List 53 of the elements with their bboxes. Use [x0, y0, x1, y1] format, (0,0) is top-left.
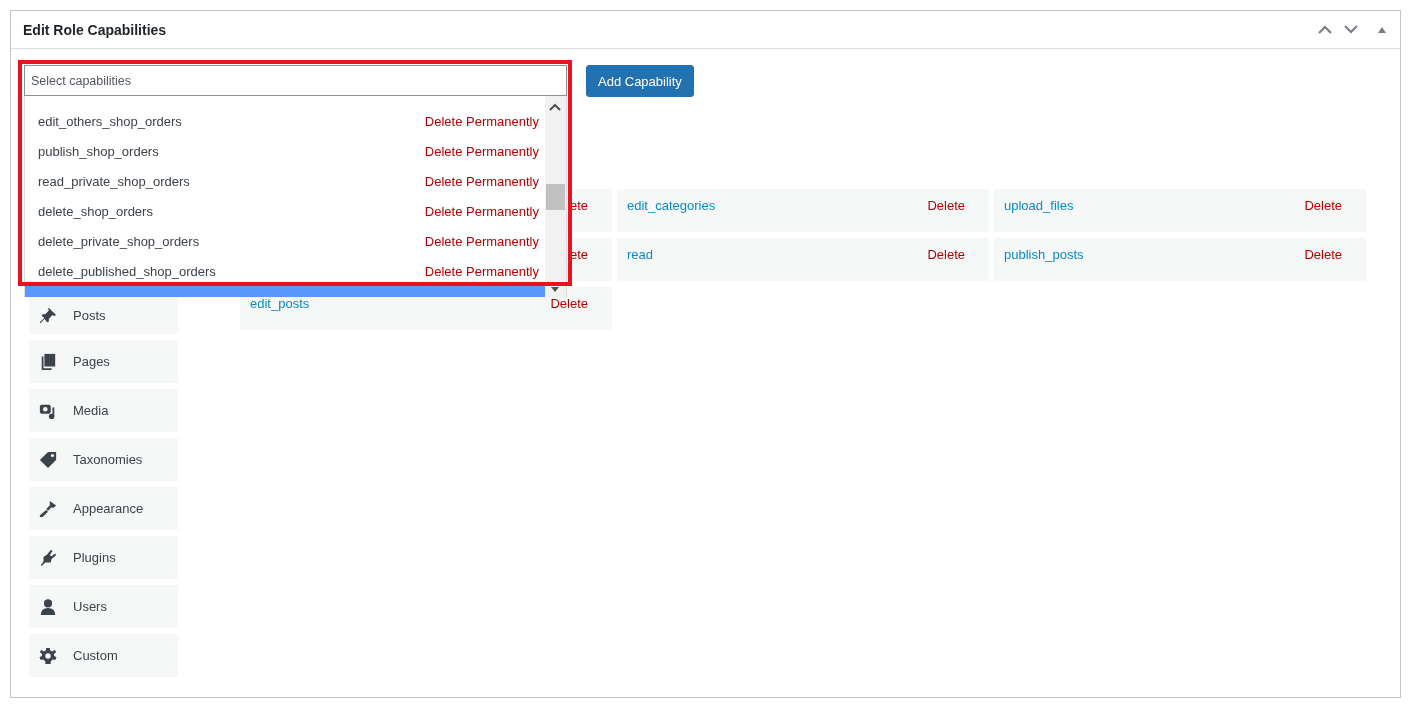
- delete-permanently-link[interactable]: Delete Permanently: [424, 233, 539, 249]
- collapse-icon[interactable]: [1378, 26, 1386, 33]
- option-label: read_private_shop_orders: [38, 173, 190, 189]
- delete-link[interactable]: Delete: [927, 247, 965, 262]
- delete-permanently-link[interactable]: Delete Permanently: [424, 113, 539, 129]
- delete-link[interactable]: Delete: [550, 296, 588, 311]
- plug-icon: [39, 548, 57, 567]
- option-item[interactable]: delete_published_shop_orders Delete Permanently: [25, 256, 545, 286]
- gear-icon: [39, 646, 57, 665]
- option-item[interactable]: delete_shop_orders Delete Permanently: [25, 196, 545, 226]
- delete-permanently-link[interactable]: Delete Permanently: [424, 263, 539, 279]
- sidebar-item[interactable]: Taxonomies: [29, 438, 178, 481]
- panel-title: Edit Role Capabilities: [23, 21, 167, 38]
- capability-link[interactable]: publish_posts: [1004, 247, 1084, 262]
- capability-link[interactable]: edit_categories: [627, 198, 716, 213]
- delete-link[interactable]: Delete: [1304, 198, 1342, 213]
- sidebar-item[interactable]: Media: [29, 389, 178, 432]
- capability-link[interactable]: read: [627, 247, 654, 262]
- capability-link[interactable]: edit_posts: [250, 296, 310, 311]
- sidebar-item[interactable]: Posts: [29, 297, 178, 334]
- option-item[interactable]: read_private_shop_orders Delete Permanently: [25, 166, 545, 196]
- add-capability-button[interactable]: Add Capability: [586, 65, 694, 97]
- pin-icon: [39, 306, 57, 325]
- option-label: publish_shop_orders: [38, 143, 159, 159]
- option-item[interactable]: delete_private_shop_orders Delete Permanently: [25, 226, 545, 256]
- user-icon: [39, 597, 57, 616]
- sidebar-item[interactable]: Appearance: [29, 487, 178, 530]
- delete-link[interactable]: Delete: [1304, 247, 1342, 262]
- option-label: edit_others_shop_orders: [38, 113, 182, 129]
- delete-permanently-link[interactable]: Delete Permanently: [424, 173, 539, 189]
- scroll-down-icon[interactable]: [551, 287, 559, 292]
- option-label: delete_private_shop_orders: [38, 233, 200, 249]
- option-item[interactable]: edit_others_shop_orders Delete Permanently: [25, 106, 545, 136]
- option-label: delete_published_shop_orders: [38, 263, 216, 279]
- move-down-icon[interactable]: [1344, 25, 1358, 34]
- brush-icon: [39, 499, 57, 518]
- scrollbar-thumb[interactable]: [546, 184, 565, 210]
- move-up-icon[interactable]: [1318, 25, 1332, 34]
- capability-select-field[interactable]: Select capabilities: [24, 65, 567, 96]
- option-item[interactable]: publish_shop_orders Delete Permanently: [25, 136, 545, 166]
- sidebar-item[interactable]: Custom: [29, 634, 178, 677]
- delete-permanently-link[interactable]: Delete Permanently: [424, 143, 539, 159]
- sidebar-item[interactable]: Pages: [29, 340, 178, 383]
- delete-link[interactable]: Delete: [927, 198, 965, 213]
- delete-permanently-link[interactable]: Delete Permanently: [424, 203, 539, 219]
- tag-icon: [39, 450, 57, 469]
- sidebar-item[interactable]: Plugins: [29, 536, 178, 579]
- capability-link[interactable]: upload_files: [1004, 198, 1074, 213]
- option-label: delete_shop_orders: [38, 203, 153, 219]
- scroll-up-icon[interactable]: [549, 103, 561, 111]
- scrollbar[interactable]: [545, 96, 566, 297]
- sidebar-item[interactable]: Users: [29, 585, 178, 628]
- pages-icon: [39, 352, 57, 371]
